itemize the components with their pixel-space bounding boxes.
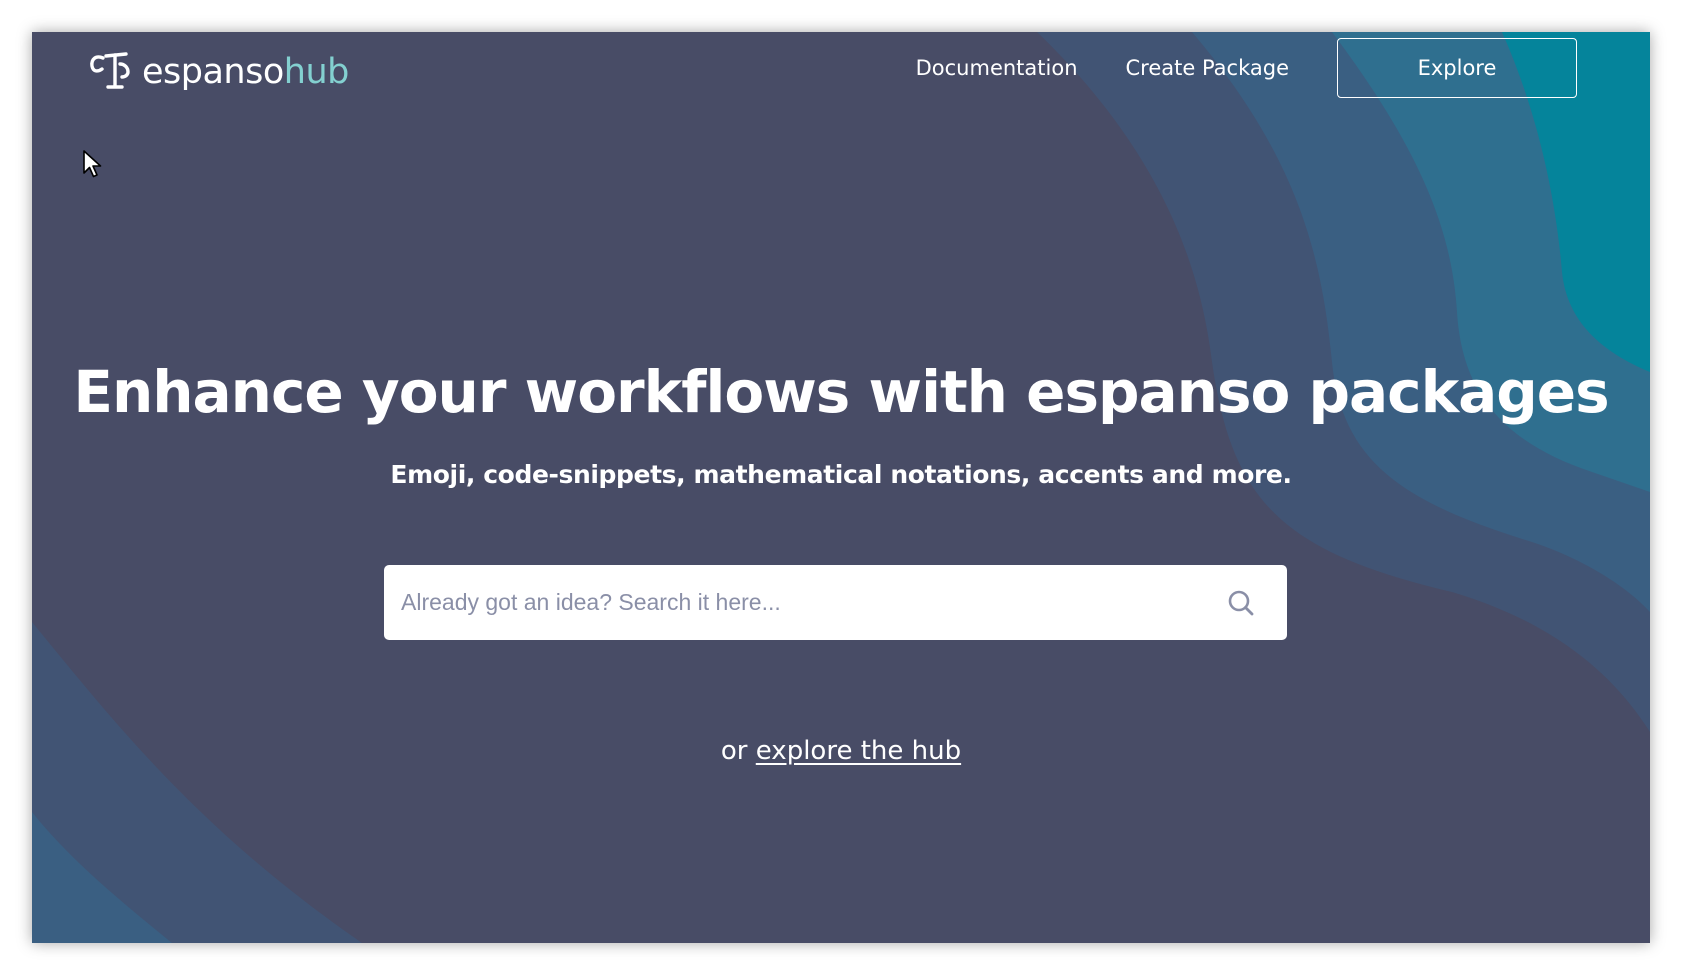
hero-subtitle: Emoji, code-snippets, mathematical notat…	[390, 460, 1292, 489]
explore-hub-line: or explore the hub	[32, 734, 1650, 768]
espanso-hub-logo[interactable]: espansohub	[88, 50, 349, 94]
nav-documentation-link[interactable]: Documentation	[916, 56, 1078, 80]
hero-title: Enhance your workflows with espanso pack…	[73, 358, 1609, 426]
nav-create-package-link[interactable]: Create Package	[1126, 56, 1290, 80]
explore-button[interactable]: Explore	[1337, 38, 1577, 98]
logo-wordmark-main: espanso	[142, 52, 284, 92]
search-icon[interactable]	[1227, 589, 1255, 617]
logo-wordmark: espansohub	[142, 50, 349, 94]
page-viewport: espansohub Documentation Create Package …	[32, 32, 1650, 943]
top-navigation: Documentation Create Package Explore	[916, 38, 1650, 98]
explore-the-hub-link[interactable]: explore the hub	[756, 736, 961, 766]
espanso-logo-icon	[90, 52, 130, 89]
search-box	[384, 565, 1287, 640]
mouse-pointer-icon	[83, 150, 102, 178]
logo-wordmark-accent: hub	[283, 52, 350, 92]
search-input[interactable]	[384, 565, 1204, 640]
explore-prefix-text: or	[720, 736, 748, 766]
